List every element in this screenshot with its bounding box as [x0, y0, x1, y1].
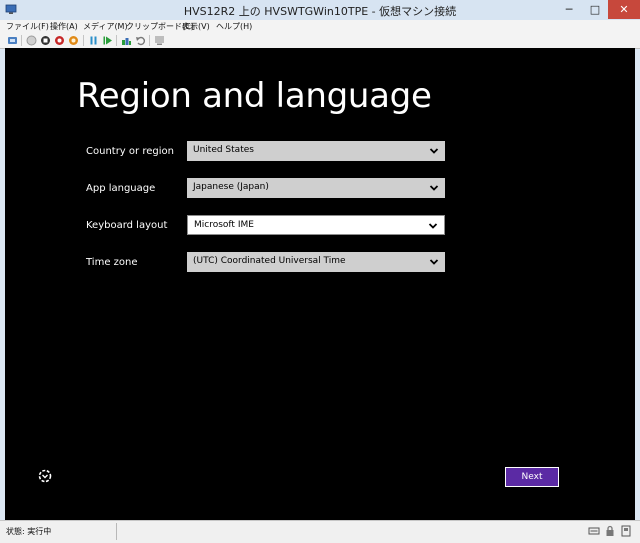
country-select[interactable]: United States [187, 141, 445, 161]
ctrl-alt-del-icon[interactable] [7, 35, 18, 46]
menu-view[interactable]: 表示(V) [182, 21, 210, 32]
minimize-button[interactable]: ─ [556, 0, 582, 19]
start-icon[interactable] [26, 35, 37, 46]
app-language-select[interactable]: Japanese (Japan) [187, 178, 445, 198]
toolbar-separator [149, 35, 150, 46]
toolbar-separator [83, 35, 84, 46]
save-icon[interactable] [68, 35, 79, 46]
menu-action[interactable]: 操作(A) [50, 21, 78, 32]
time-zone-value: (UTC) Coordinated Universal Time [193, 256, 346, 266]
vm-display[interactable]: Region and language Country or region Un… [5, 48, 635, 520]
maximize-button[interactable]: □ [582, 0, 608, 19]
chevron-down-icon [429, 259, 439, 265]
checkpoint-icon[interactable] [121, 35, 132, 46]
keyboard-layout-label: Keyboard layout [86, 220, 168, 231]
menu-bar: ファイル(F) 操作(A) メディア(M) クリップボード(C) 表示(V) ヘ… [0, 20, 640, 34]
chevron-down-icon [428, 223, 438, 229]
chevron-down-icon [429, 185, 439, 191]
menu-media[interactable]: メディア(M) [83, 21, 128, 32]
keyboard-layout-select[interactable]: Microsoft IME [187, 215, 445, 235]
country-label: Country or region [86, 146, 174, 157]
resume-icon[interactable] [102, 35, 113, 46]
time-zone-label: Time zone [86, 257, 138, 268]
ease-of-access-icon[interactable] [37, 468, 53, 484]
title-bar[interactable]: HVS12R2 上の HVSWTGWin10TPE - 仮想マシン接続 ─ □ … [0, 0, 640, 20]
status-bar: 状態: 実行中 [0, 520, 640, 543]
toolbar [0, 34, 640, 49]
shut-down-icon[interactable] [54, 35, 65, 46]
turn-off-icon[interactable] [40, 35, 51, 46]
vm-connection-window: HVS12R2 上の HVSWTGWin10TPE - 仮想マシン接続 ─ □ … [0, 0, 640, 543]
enhanced-session-icon[interactable] [154, 35, 165, 46]
revert-icon[interactable] [135, 35, 146, 46]
toolbar-separator [21, 35, 22, 46]
menu-help[interactable]: ヘルプ(H) [216, 21, 252, 32]
window-title: HVS12R2 上の HVSWTGWin10TPE - 仮想マシン接続 [183, 5, 457, 18]
time-zone-select[interactable]: (UTC) Coordinated Universal Time [187, 252, 445, 272]
keyboard-icon [588, 527, 600, 535]
status-text: 状態: 実行中 [6, 527, 52, 536]
page-title: Region and language [77, 76, 432, 116]
toolbar-separator [116, 35, 117, 46]
app-language-label: App language [86, 183, 156, 194]
lock-icon [606, 525, 614, 536]
usb-icon [621, 525, 631, 537]
menu-file[interactable]: ファイル(F) [6, 21, 49, 32]
chevron-down-icon [429, 148, 439, 154]
app-language-value: Japanese (Japan) [193, 182, 269, 192]
next-button[interactable]: Next [505, 467, 559, 487]
pause-icon[interactable] [88, 35, 99, 46]
country-value: United States [193, 145, 254, 155]
close-button[interactable]: ✕ [608, 0, 640, 19]
keyboard-layout-value: Microsoft IME [194, 220, 254, 230]
status-separator [116, 523, 117, 540]
